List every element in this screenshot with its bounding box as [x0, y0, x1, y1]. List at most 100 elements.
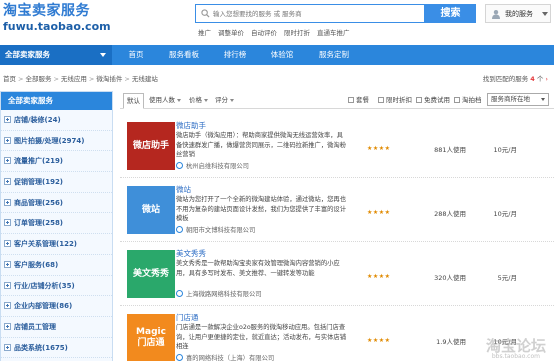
filter-free-trial[interactable]: 免费试用 [416, 95, 450, 105]
sidebar-item[interactable]: 客户服务(68) [1, 254, 112, 276]
checkbox[interactable] [348, 97, 354, 103]
service-description: 微店助手（微淘应用）：帮助商家提供微淘无线运营效率，具备快速群发广播，做爆营货同… [176, 132, 347, 158]
breadcrumb-item[interactable]: 全部服务 [25, 75, 51, 83]
sidebar-item-label: 行业/店铺分析(35) [14, 281, 75, 290]
sidebar-item[interactable]: 店铺/装修(24) [1, 110, 112, 131]
logo-title: 淘宝卖家服务 [3, 3, 90, 19]
result-count: 找到匹配的服务 4 个 › [483, 73, 548, 83]
sidebar-title: 全部卖家服务 [1, 92, 112, 110]
sidebar-item[interactable]: 客户关系管理(122) [1, 234, 112, 255]
hot-link[interactable]: 推广 [198, 27, 211, 37]
hot-link[interactable]: 自动评价 [251, 27, 277, 37]
expand-plus-icon[interactable] [4, 178, 11, 186]
nav-item-experience[interactable]: 体验馆 [262, 45, 302, 65]
search-input[interactable] [213, 6, 423, 21]
breadcrumb-item[interactable]: 首页 [3, 75, 16, 83]
sidebar-item[interactable]: 促销管理(192) [1, 172, 112, 193]
service-name[interactable]: 微店助手 [176, 120, 206, 131]
checkbox[interactable] [454, 97, 460, 103]
service-logo[interactable]: 美文秀秀 [127, 250, 175, 298]
filter-partner[interactable]: 淘拍档 [454, 95, 482, 105]
service-vendor[interactable]: 杭州启维科技有限公司 [176, 161, 249, 170]
expand-plus-icon[interactable] [4, 302, 11, 310]
user-count: 320人使用 [434, 274, 466, 282]
chevron-down-icon [541, 98, 545, 101]
sort-rating[interactable]: 评分 [212, 93, 237, 107]
nav-item-ranking[interactable]: 排行榜 [215, 45, 255, 65]
breadcrumb-item[interactable]: 微淘插件 [96, 75, 122, 83]
filter-label: 套餐 [356, 96, 369, 104]
expand-plus-icon[interactable] [4, 219, 11, 227]
checkbox[interactable] [416, 97, 422, 103]
sidebar-item[interactable]: 商品管理(256) [1, 192, 112, 214]
provider-location-select[interactable]: 服务商所在地 [487, 93, 549, 106]
expand-plus-icon[interactable] [4, 260, 11, 268]
filter-discount[interactable]: 限时折扣 [378, 95, 412, 105]
sidebar-item-label: 订单管理(258) [14, 219, 64, 228]
service-price: 10元/月 [493, 210, 517, 218]
sort-arrow-icon [230, 98, 234, 102]
service-vendor[interactable]: 喜的网络科技（上海）有限公司 [176, 353, 274, 361]
hot-links: 推广 调整单价 自动评价 限时打折 直通车推广 [198, 27, 350, 37]
search-button[interactable]: 搜索 [425, 4, 476, 23]
service-vendor[interactable]: 上海微路网络科技有限公司 [176, 289, 262, 298]
sort-price[interactable]: 价格 [186, 93, 211, 107]
rating-stars: ★★★★ [367, 337, 391, 344]
sidebar-item[interactable]: 订单管理(258) [1, 213, 112, 235]
sidebar-item-label: 图片拍摄/处理(2974) [14, 136, 85, 145]
result-prefix: 找到匹配的服务 [482, 75, 529, 83]
service-name[interactable]: 门店通 [176, 312, 199, 323]
breadcrumb: 首页 > 全部服务 > 无线应用 > 微淘插件 > 无线建站 找到匹配的服务 4 个 › [3, 73, 548, 83]
service-name[interactable]: 美文秀秀 [176, 248, 206, 259]
service-row[interactable]: 美文秀秀 美文秀秀 美文秀秀是一款帮助淘宝卖家有效管理微淘内容营销的小应用，具有多写… [120, 243, 554, 306]
sidebar-item[interactable]: 流量推广(219) [1, 151, 112, 173]
hot-link[interactable]: 限时打折 [284, 27, 310, 37]
vendor-icon [176, 226, 183, 233]
sort-rating-label: 评分 [215, 96, 228, 104]
sidebar-item[interactable]: 店铺员工管理 [1, 316, 112, 338]
sidebar-item[interactable]: 企业内部管理(86) [1, 296, 112, 317]
sidebar-item[interactable]: 行业/店铺分析(35) [1, 275, 112, 297]
nav-all-label: 全部卖家服务 [5, 50, 50, 59]
expand-plus-icon[interactable] [4, 343, 11, 351]
expand-plus-icon[interactable] [4, 198, 11, 206]
sidebar-item[interactable]: 图片拍摄/处理(2974) [1, 130, 112, 152]
nav-all-services[interactable]: 全部卖家服务 [0, 45, 112, 65]
service-logo-text: 美文秀秀 [132, 268, 169, 279]
rating-stars: ★★★★ [367, 209, 391, 216]
sort-users[interactable]: 使用人数 [146, 93, 184, 107]
my-service-dropdown[interactable]: 我的服务 [485, 4, 551, 23]
user-count: 1.9人使用 [436, 338, 466, 346]
checkbox[interactable] [378, 97, 384, 103]
service-logo[interactable]: 微店助手 [127, 122, 175, 170]
service-logo[interactable]: 微站 [127, 186, 175, 234]
service-description: 美文秀秀是一款帮助淘宝卖家有效管理微淘内容营销的小应用，具有多写时发布、美文推荐… [176, 260, 340, 277]
arrow-right-icon[interactable]: › [545, 75, 548, 83]
logo[interactable]: 淘宝卖家服务 fuwu.taobao.com [3, 2, 123, 38]
service-name[interactable]: 微站 [176, 184, 191, 195]
hot-link[interactable]: 直通车推广 [317, 27, 350, 37]
filter-package[interactable]: 套餐 [348, 95, 369, 105]
sidebar-item-label: 企业内部管理(86) [14, 302, 73, 311]
service-row[interactable]: 微站 微站 微站为您打开了一个全新的微淘建站体验，通过微站，您再也不用为复杂的建站页… [120, 179, 554, 242]
sort-default[interactable]: 默认 [123, 93, 144, 109]
hot-link[interactable]: 调整单价 [218, 27, 244, 37]
user-count: 881人使用 [434, 146, 466, 154]
nav-item-custom[interactable]: 服务定制 [310, 45, 358, 65]
expand-plus-icon[interactable] [4, 240, 11, 248]
search-icon [201, 9, 210, 18]
expand-plus-icon[interactable] [4, 136, 11, 144]
filter-label: 限时折扣 [386, 96, 412, 104]
nav-item-board[interactable]: 服务看板 [160, 45, 208, 65]
expand-plus-icon[interactable] [4, 322, 11, 330]
expand-plus-icon[interactable] [4, 157, 11, 165]
expand-plus-icon[interactable] [4, 116, 11, 123]
service-row[interactable]: 微店助手 微店助手 微店助手（微淘应用）：帮助商家提供微淘无线运营效率，具备快速群发… [120, 115, 554, 178]
service-logo[interactable]: Magic 门店通 [127, 314, 175, 361]
user-icon [492, 10, 500, 19]
sidebar-item[interactable]: 品类系统(1675) [1, 337, 112, 359]
expand-plus-icon[interactable] [4, 281, 11, 289]
breadcrumb-item[interactable]: 无线应用 [61, 75, 87, 83]
service-vendor[interactable]: 朝阳市文博科技有限公司 [176, 225, 255, 234]
nav-item-home[interactable]: 首页 [119, 45, 153, 65]
